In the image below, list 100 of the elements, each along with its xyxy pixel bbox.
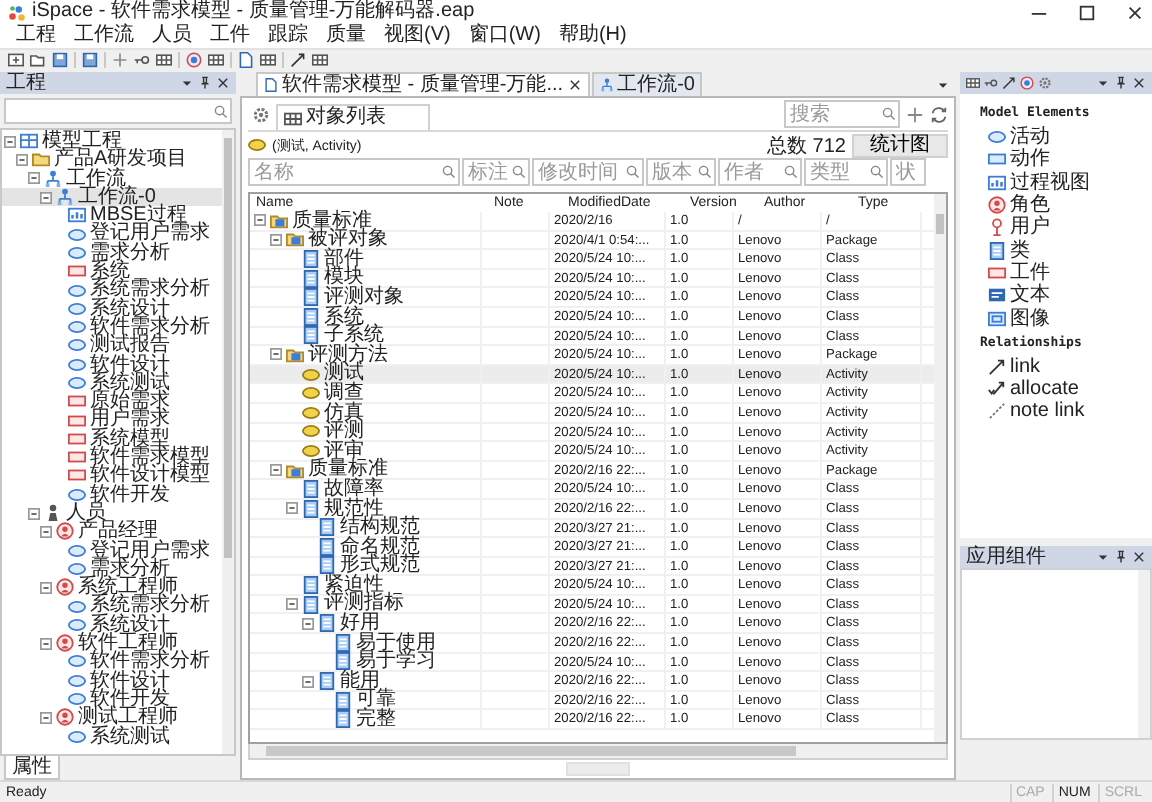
tree-item[interactable]: 产品经理: [2, 522, 222, 542]
scrollbar[interactable]: [222, 130, 234, 754]
tree-item[interactable]: 系统需求分析: [2, 596, 222, 616]
dropdown-icon[interactable]: [936, 78, 950, 92]
scrollbar[interactable]: [934, 194, 946, 742]
tree-item[interactable]: 产品A研发项目: [2, 150, 222, 170]
table-icon[interactable]: [312, 52, 328, 68]
collapse-icon[interactable]: [270, 233, 282, 246]
filter-field[interactable]: 类型: [804, 158, 888, 186]
save-icon[interactable]: [52, 52, 68, 68]
collapse-icon[interactable]: [302, 675, 314, 688]
tree-item[interactable]: 测试工程师: [2, 708, 222, 727]
tree-item[interactable]: 模型工程: [2, 132, 222, 151]
menu-item[interactable]: 质量: [326, 24, 366, 48]
table-icon[interactable]: [208, 52, 224, 68]
close-icon[interactable]: [567, 78, 582, 92]
tree-item[interactable]: 用户需求: [2, 410, 222, 430]
tree-item[interactable]: 系统测试: [2, 373, 222, 393]
arrow-icon[interactable]: [290, 52, 306, 68]
palette-item[interactable]: 类: [980, 238, 1030, 262]
table-icon[interactable]: [260, 52, 276, 68]
menu-item[interactable]: 工件: [210, 24, 250, 48]
palette-item[interactable]: note link: [980, 400, 1085, 424]
dropdown-icon[interactable]: [1096, 76, 1110, 90]
tree-item[interactable]: 人员: [2, 503, 222, 523]
dropdown-icon[interactable]: [180, 76, 194, 90]
tree-item[interactable]: 软件需求分析: [2, 317, 222, 337]
collapse-icon[interactable]: [40, 525, 52, 538]
collapse-icon[interactable]: [270, 464, 282, 477]
search-field[interactable]: 搜索: [784, 100, 900, 128]
palette-item[interactable]: allocate: [980, 377, 1079, 401]
pin-icon[interactable]: [1114, 76, 1128, 90]
view-tab[interactable]: 对象列表: [276, 104, 430, 130]
maximize-icon[interactable]: [1078, 3, 1096, 21]
tree-item[interactable]: 系统设计: [2, 615, 222, 635]
collapse-icon[interactable]: [302, 617, 314, 630]
settings-icon[interactable]: [1038, 76, 1052, 90]
tree-item[interactable]: 软件开发: [2, 485, 222, 504]
save-icon[interactable]: [82, 52, 98, 68]
splitter-handle[interactable]: [566, 762, 630, 776]
close-icon[interactable]: [216, 76, 230, 90]
arrow-icon[interactable]: [1002, 76, 1016, 90]
menu-item[interactable]: 工程: [16, 24, 56, 48]
pin-icon[interactable]: [1114, 550, 1128, 564]
palette-item[interactable]: 过程视图: [980, 171, 1090, 194]
palette-item[interactable]: 用户: [980, 216, 1050, 239]
tree-item[interactable]: 登记用户需求: [2, 541, 222, 560]
menu-item[interactable]: 工作流: [74, 24, 134, 48]
tree-item[interactable]: 原始需求: [2, 392, 222, 411]
filter-field[interactable]: 作者: [718, 158, 802, 186]
search-field[interactable]: [4, 98, 232, 124]
tree-item[interactable]: 系统需求分析: [2, 280, 222, 300]
settings-icon[interactable]: [252, 106, 270, 124]
new-file-icon[interactable]: [8, 52, 24, 68]
key-icon[interactable]: [984, 76, 998, 90]
palette-item[interactable]: 角色: [980, 193, 1050, 217]
palette-item[interactable]: 图像: [980, 306, 1050, 330]
filter-field[interactable]: 版本: [646, 158, 716, 186]
collapse-icon[interactable]: [4, 135, 16, 148]
tree-item[interactable]: 系统测试: [2, 727, 222, 746]
table-icon[interactable]: [966, 76, 980, 90]
target-icon[interactable]: [1020, 76, 1034, 90]
menu-item[interactable]: 帮助(H): [558, 24, 627, 48]
tree-item[interactable]: 软件设计模型: [2, 466, 222, 486]
tree-item[interactable]: 软件需求模型: [2, 448, 222, 467]
tree-item[interactable]: 登记用户需求: [2, 224, 222, 244]
key-icon[interactable]: [134, 52, 150, 68]
close-icon[interactable]: [1132, 76, 1146, 90]
chart-button[interactable]: 统计图: [852, 133, 948, 157]
collapse-icon[interactable]: [286, 502, 298, 515]
plus-icon[interactable]: [906, 106, 924, 124]
collapse-icon[interactable]: [28, 507, 40, 520]
close-icon[interactable]: [1126, 3, 1144, 21]
palette-item[interactable]: 工件: [980, 261, 1050, 285]
panel-tab[interactable]: 属性: [4, 756, 60, 780]
dropdown-icon[interactable]: [1096, 550, 1110, 564]
table-icon[interactable]: [156, 52, 172, 68]
menu-item[interactable]: 视图(V): [384, 24, 451, 48]
tree-item[interactable]: 测试报告: [2, 336, 222, 356]
refresh-icon[interactable]: [930, 106, 948, 124]
tree-item[interactable]: 软件需求分析: [2, 652, 222, 672]
collapse-icon[interactable]: [40, 581, 52, 594]
tree-item[interactable]: 软件设计: [2, 355, 222, 374]
palette-item[interactable]: 活动: [980, 126, 1050, 149]
collapse-icon[interactable]: [270, 348, 282, 361]
collapse-icon[interactable]: [40, 637, 52, 650]
collapse-icon[interactable]: [40, 191, 52, 204]
menu-item[interactable]: 人员: [152, 24, 192, 48]
collapse-icon[interactable]: [16, 153, 28, 166]
filter-field[interactable]: 状: [890, 158, 926, 186]
collapse-icon[interactable]: [254, 214, 266, 227]
tree-item[interactable]: 需求分析: [2, 559, 222, 579]
document-tab[interactable]: 工作流-0: [591, 72, 703, 96]
tree-item[interactable]: 工作流: [2, 169, 222, 188]
scrollbar[interactable]: [1138, 570, 1150, 738]
tree-item[interactable]: 系统设计: [2, 299, 222, 318]
tree-item[interactable]: 软件开发: [2, 689, 222, 709]
palette-item[interactable]: link: [980, 355, 1041, 378]
scrollbar[interactable]: [248, 744, 948, 760]
palette-item[interactable]: 文本: [980, 284, 1050, 307]
